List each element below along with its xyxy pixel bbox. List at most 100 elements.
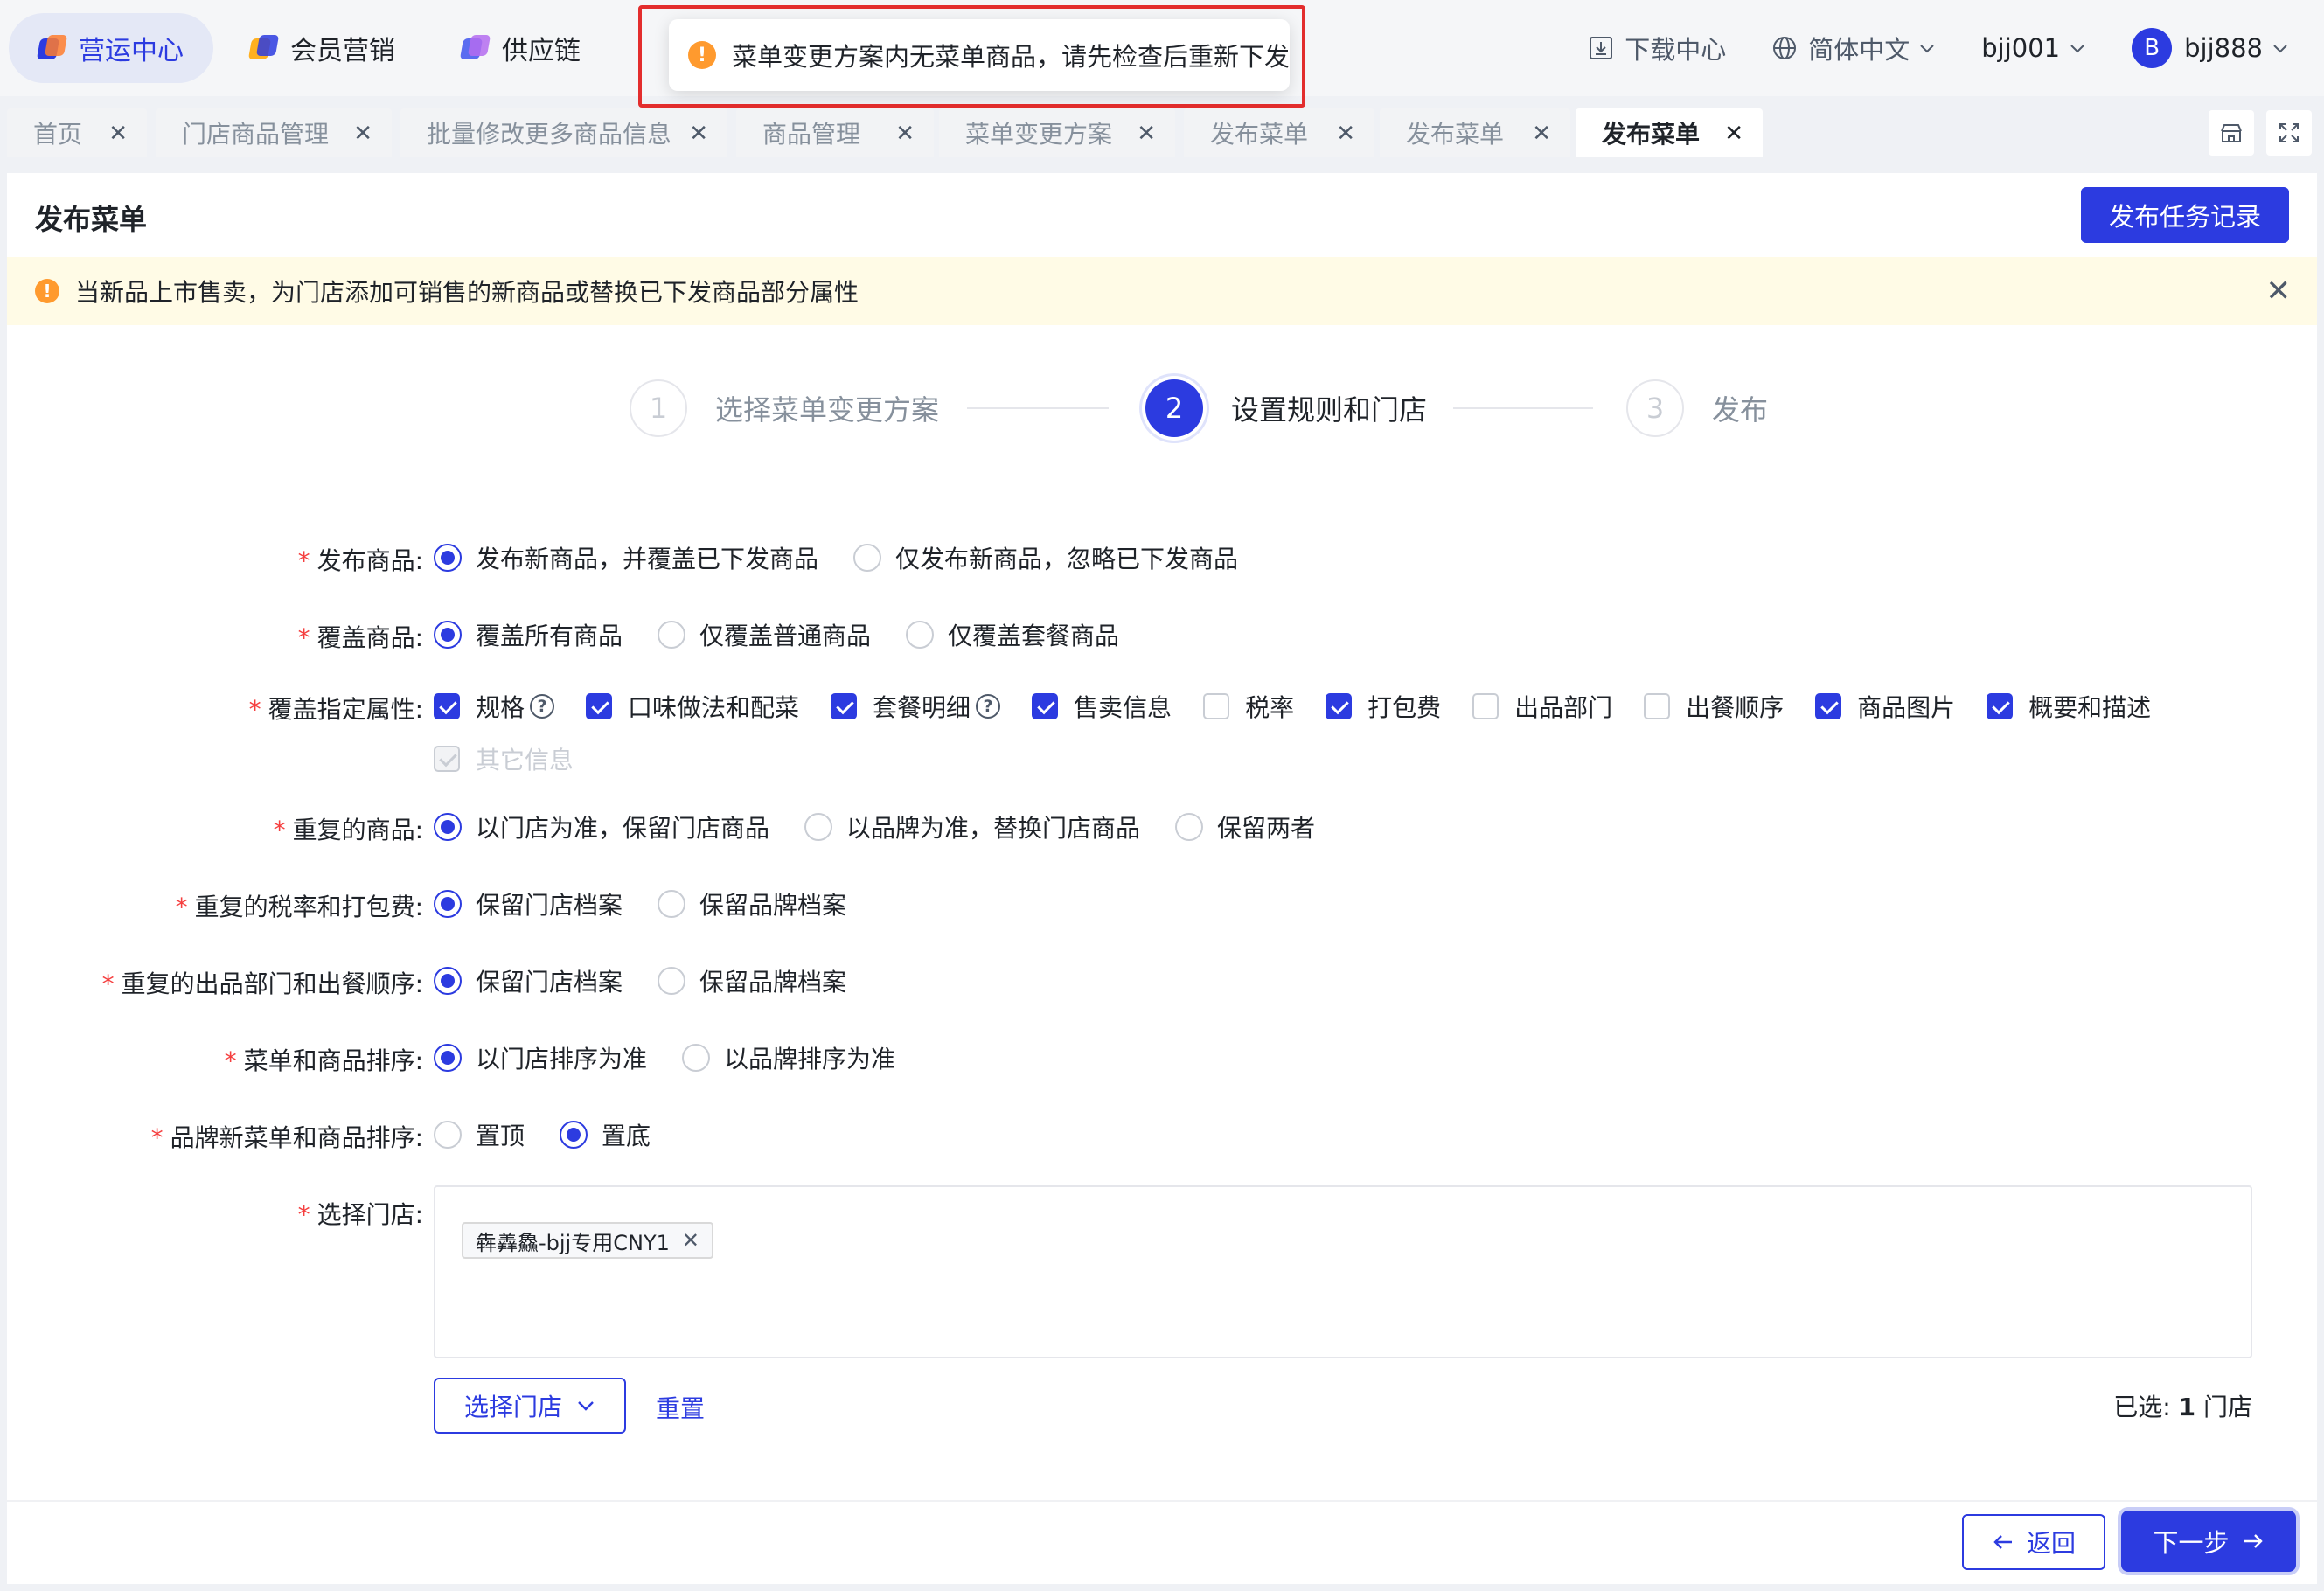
brand-sort-label: * 品牌新菜单和商品排序: bbox=[150, 1123, 423, 1152]
close-icon[interactable]: ✕ bbox=[1532, 121, 1551, 147]
checkbox-checked[interactable] bbox=[586, 693, 613, 719]
radio-checked[interactable] bbox=[434, 890, 462, 918]
radio-checked[interactable] bbox=[434, 967, 462, 995]
selected-stores-box[interactable]: 犇羴鱻-bjj专用CNY1 ✕ bbox=[434, 1185, 2252, 1358]
duplicate-tax-option-brand[interactable]: 保留品牌档案 bbox=[658, 886, 846, 921]
attr-goods-image[interactable]: 商品图片 bbox=[1815, 689, 1955, 724]
attr-summary[interactable]: 概要和描述 bbox=[1987, 689, 2151, 724]
download-center-link[interactable]: 下载中心 bbox=[1588, 30, 1726, 66]
radio-unchecked[interactable] bbox=[804, 813, 833, 841]
cover-goods-option-all[interactable]: 覆盖所有商品 bbox=[434, 617, 623, 652]
select-stores-button[interactable]: 选择门店 bbox=[434, 1378, 626, 1434]
close-icon[interactable]: ✕ bbox=[353, 121, 372, 147]
close-icon[interactable]: ✕ bbox=[1336, 121, 1355, 147]
checkbox-disabled bbox=[434, 746, 460, 772]
duplicate-dept-label: * 重复的出品部门和出餐顺序: bbox=[101, 969, 423, 998]
account-select[interactable]: bjj001 bbox=[1981, 33, 2086, 63]
close-icon[interactable]: ✕ bbox=[108, 121, 128, 147]
tab-label: 菜单变更方案 bbox=[965, 120, 1113, 149]
duplicate-tax-option-store[interactable]: 保留门店档案 bbox=[434, 886, 623, 921]
radio-checked[interactable] bbox=[560, 1121, 588, 1149]
duplicate-dept-option-brand[interactable]: 保留品牌档案 bbox=[658, 963, 846, 998]
tab-batch-edit[interactable]: 批量修改更多商品信息 ✕ bbox=[400, 108, 727, 157]
checkbox-checked[interactable] bbox=[1987, 693, 2014, 719]
publish-task-record-button[interactable]: 发布任务记录 bbox=[2080, 187, 2289, 243]
duplicate-goods-option-both[interactable]: 保留两者 bbox=[1175, 809, 1315, 844]
menu-sort-option-brand[interactable]: 以品牌排序为准 bbox=[682, 1040, 895, 1075]
attr-packing-fee[interactable]: 打包费 bbox=[1326, 689, 1441, 724]
attr-production-dept[interactable]: 出品部门 bbox=[1472, 689, 1612, 724]
duplicate-goods-radio-group: 以门店为准，保留门店商品 以品牌为准，替换门店商品 保留两者 bbox=[434, 809, 1350, 844]
radio-unchecked[interactable] bbox=[1175, 813, 1204, 841]
tab-menu-change-plan[interactable]: 菜单变更方案 ✕ bbox=[939, 108, 1175, 157]
tab-store-goods[interactable]: 门店商品管理 ✕ bbox=[156, 108, 392, 157]
close-icon[interactable]: ✕ bbox=[689, 121, 708, 147]
tab-publish-menu[interactable]: 发布菜单 ✕ bbox=[1380, 108, 1570, 157]
tab-publish-menu[interactable]: 发布菜单 ✕ bbox=[1184, 108, 1374, 157]
attr-serving-order[interactable]: 出餐顺序 bbox=[1644, 689, 1784, 724]
tab-home[interactable]: 首页 ✕ bbox=[7, 108, 147, 157]
nav-item-operations-center[interactable]: 营运中心 bbox=[9, 13, 213, 83]
nav-item-supply-chain[interactable]: 供应链 bbox=[432, 13, 610, 83]
radio-checked[interactable] bbox=[434, 813, 462, 841]
chevron-down-icon bbox=[2070, 45, 2084, 53]
radio-checked[interactable] bbox=[434, 1044, 462, 1072]
chevron-down-icon bbox=[578, 1401, 594, 1411]
radio-checked[interactable] bbox=[434, 544, 462, 572]
menu-sort-option-store[interactable]: 以门店排序为准 bbox=[434, 1040, 647, 1075]
checkbox-unchecked[interactable] bbox=[1472, 693, 1499, 719]
checkbox-checked[interactable] bbox=[1815, 693, 1842, 719]
nav-item-member-marketing[interactable]: 会员营销 bbox=[220, 13, 425, 83]
tab-publish-menu-active[interactable]: 发布菜单 ✕ bbox=[1576, 108, 1763, 157]
next-step-button[interactable]: 下一步 bbox=[2121, 1511, 2296, 1572]
duplicate-dept-option-store[interactable]: 保留门店档案 bbox=[434, 963, 623, 998]
checkbox-checked[interactable] bbox=[831, 693, 858, 719]
warning-icon: ! bbox=[688, 41, 716, 69]
store-icon-button[interactable] bbox=[2209, 110, 2254, 156]
duplicate-goods-option-store[interactable]: 以门店为准，保留门店商品 bbox=[434, 809, 769, 844]
help-icon[interactable]: ? bbox=[976, 694, 1001, 719]
radio-unchecked[interactable] bbox=[682, 1044, 711, 1072]
checkbox-checked[interactable] bbox=[1032, 693, 1059, 719]
attr-spec[interactable]: 规格? bbox=[434, 689, 555, 724]
tab-goods-management[interactable]: 商品管理 ✕ bbox=[736, 108, 934, 157]
checkbox-unchecked[interactable] bbox=[1644, 693, 1671, 719]
close-icon[interactable]: ✕ bbox=[682, 1228, 699, 1253]
checkbox-checked[interactable] bbox=[434, 693, 460, 719]
cover-goods-option-normal[interactable]: 仅覆盖普通商品 bbox=[658, 617, 871, 652]
radio-unchecked[interactable] bbox=[658, 621, 686, 649]
back-button[interactable]: 返回 bbox=[1962, 1514, 2105, 1570]
close-icon[interactable]: ✕ bbox=[2266, 276, 2292, 306]
radio-unchecked[interactable] bbox=[658, 890, 686, 918]
language-select[interactable]: 简体中文 bbox=[1771, 30, 1936, 66]
attr-combo-detail[interactable]: 套餐明细? bbox=[831, 689, 1001, 724]
cover-goods-option-combo[interactable]: 仅覆盖套餐商品 bbox=[906, 617, 1119, 652]
close-icon[interactable]: ✕ bbox=[1724, 121, 1743, 147]
publish-goods-option-cover[interactable]: 发布新商品，并覆盖已下发商品 bbox=[434, 540, 818, 575]
duplicate-goods-option-brand[interactable]: 以品牌为准，替换门店商品 bbox=[804, 809, 1140, 844]
reset-link[interactable]: 重置 bbox=[656, 1390, 705, 1425]
radio-unchecked[interactable] bbox=[906, 621, 935, 649]
close-icon[interactable]: ✕ bbox=[1137, 121, 1156, 147]
step-label: 发布 bbox=[1712, 393, 1769, 427]
radio-unchecked[interactable] bbox=[658, 967, 686, 995]
attr-flavor[interactable]: 口味做法和配菜 bbox=[586, 689, 799, 724]
nav-item-label: 供应链 bbox=[502, 36, 581, 66]
checkbox-unchecked[interactable] bbox=[1203, 693, 1230, 719]
brand-sort-option-top[interactable]: 置顶 bbox=[434, 1117, 525, 1152]
radio-unchecked[interactable] bbox=[853, 544, 882, 572]
radio-unchecked[interactable] bbox=[434, 1121, 462, 1149]
brand-sort-option-bottom[interactable]: 置底 bbox=[560, 1117, 651, 1152]
help-icon[interactable]: ? bbox=[530, 694, 555, 719]
attr-tax-rate[interactable]: 税率 bbox=[1203, 689, 1294, 724]
footer-divider bbox=[7, 1500, 2317, 1502]
checkbox-checked[interactable] bbox=[1326, 693, 1353, 719]
user-menu[interactable]: B bjj888 bbox=[2132, 28, 2289, 68]
chevron-down-icon bbox=[1920, 45, 1934, 53]
publish-goods-option-ignore[interactable]: 仅发布新商品，忽略已下发商品 bbox=[853, 540, 1238, 575]
attr-sale-info[interactable]: 售卖信息 bbox=[1032, 689, 1172, 724]
step-3: 3 发布 bbox=[1626, 379, 1768, 437]
radio-checked[interactable] bbox=[434, 621, 462, 649]
fullscreen-button[interactable] bbox=[2266, 110, 2312, 156]
close-icon[interactable]: ✕ bbox=[895, 121, 915, 147]
